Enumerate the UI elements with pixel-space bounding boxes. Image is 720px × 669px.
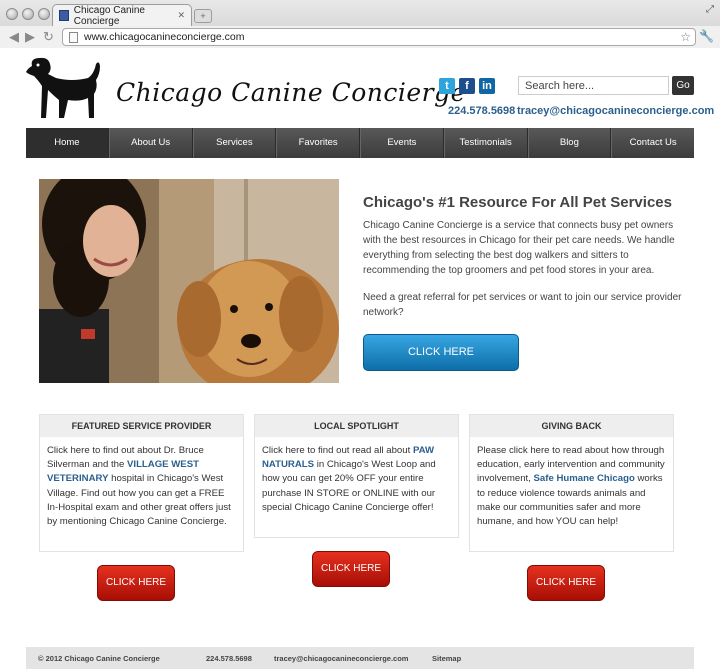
box-text-part: Click here to find out read all about <box>262 445 413 456</box>
footer-phone[interactable]: 224.578.5698 <box>206 654 252 663</box>
search-go-button[interactable]: Go <box>672 76 694 95</box>
footer-copyright: © 2012 Chicago Canine Concierge <box>38 654 160 663</box>
bookmark-star-icon[interactable]: ☆ <box>680 30 691 44</box>
nav-favorites[interactable]: Favorites <box>276 128 360 158</box>
favicon-icon <box>59 10 69 21</box>
browser-chrome: Chicago Canine Concierge ✕ + ⤢ ◀ ▶ ↻ www… <box>0 0 720 48</box>
footer: © 2012 Chicago Canine Concierge 224.578.… <box>26 647 694 669</box>
footer-sitemap-link[interactable]: Sitemap <box>432 654 461 663</box>
nav-testimonials[interactable]: Testimonials <box>443 128 528 158</box>
close-window-button[interactable] <box>6 8 18 20</box>
hero-body: Chicago Canine Concierge is a service th… <box>363 220 675 276</box>
linkedin-icon[interactable]: in <box>479 78 495 94</box>
box-text: Click here to find out about Dr. Bruce S… <box>40 437 243 536</box>
featured-click-here-button[interactable]: CLICK HERE <box>97 565 175 601</box>
fullscreen-icon[interactable]: ⤢ <box>706 4 714 15</box>
giving-back-click-here-button[interactable]: CLICK HERE <box>527 565 605 601</box>
hero-photo <box>39 179 339 383</box>
page-icon <box>69 31 78 43</box>
box-heading: LOCAL SPOTLIGHT <box>255 415 458 437</box>
nav-contact-us[interactable]: Contact Us <box>611 128 694 158</box>
header-email[interactable]: tracey@chicagocanineconcierge.com <box>517 105 714 117</box>
tab-title: Chicago Canine Concierge <box>73 4 145 27</box>
hero-click-here-button[interactable]: CLICK HERE <box>363 334 519 371</box>
site-title[interactable]: Chicago Canine Concierge <box>116 78 466 107</box>
web-page: Chicago Canine Concierge t f in Go 224.5… <box>0 48 720 669</box>
hero-referral-text: Need a great referral for pet services o… <box>363 292 682 318</box>
logo-dog-icon[interactable] <box>26 56 108 122</box>
nav-blog[interactable]: Blog <box>527 128 612 158</box>
footer-email[interactable]: tracey@chicagocanineconcierge.com <box>274 654 408 663</box>
box-text: Please click here to read about how thro… <box>470 437 673 536</box>
spotlight-click-here-button[interactable]: CLICK HERE <box>312 551 390 587</box>
local-spotlight-box: LOCAL SPOTLIGHT Click here to find out r… <box>254 414 459 538</box>
nav-services[interactable]: Services <box>192 128 277 158</box>
facebook-icon[interactable]: f <box>459 78 475 94</box>
browser-tab[interactable]: Chicago Canine Concierge ✕ <box>52 4 192 27</box>
hero-title: Chicago's #1 Resource For All Pet Servic… <box>363 194 672 211</box>
forward-icon[interactable]: ▶ <box>25 29 35 45</box>
header-phone[interactable]: 224.578.5698 <box>448 105 515 117</box>
safe-humane-chicago-link[interactable]: Safe Humane Chicago <box>534 473 635 484</box>
zoom-window-button[interactable] <box>38 8 50 20</box>
new-tab-button[interactable]: + <box>194 9 212 23</box>
url-text: www.chicagocanineconcierge.com <box>84 31 245 43</box>
address-bar[interactable]: www.chicagocanineconcierge.com ☆ <box>62 28 696 46</box>
minimize-window-button[interactable] <box>22 8 34 20</box>
nav-events[interactable]: Events <box>360 128 444 158</box>
box-heading: GIVING BACK <box>470 415 673 437</box>
box-heading: FEATURED SERVICE PROVIDER <box>40 415 243 437</box>
search-input[interactable] <box>518 76 669 95</box>
reload-icon[interactable]: ↻ <box>43 29 54 45</box>
nav-home[interactable]: Home <box>26 128 109 158</box>
nav-about-us[interactable]: About Us <box>108 128 193 158</box>
twitter-icon[interactable]: t <box>439 78 455 94</box>
featured-provider-box: FEATURED SERVICE PROVIDER Click here to … <box>39 414 244 552</box>
close-tab-icon[interactable]: ✕ <box>177 10 185 21</box>
giving-back-box: GIVING BACK Please click here to read ab… <box>469 414 674 552</box>
wrench-icon[interactable]: 🔧 <box>699 29 714 43</box>
box-text: Click here to find out read all about PA… <box>255 437 458 522</box>
main-nav: Home About Us Services Favorites Events … <box>26 128 694 158</box>
back-icon[interactable]: ◀ <box>9 29 19 45</box>
browser-toolbar: ◀ ▶ ↻ www.chicagocanineconcierge.com ☆ 🔧 <box>0 26 720 48</box>
